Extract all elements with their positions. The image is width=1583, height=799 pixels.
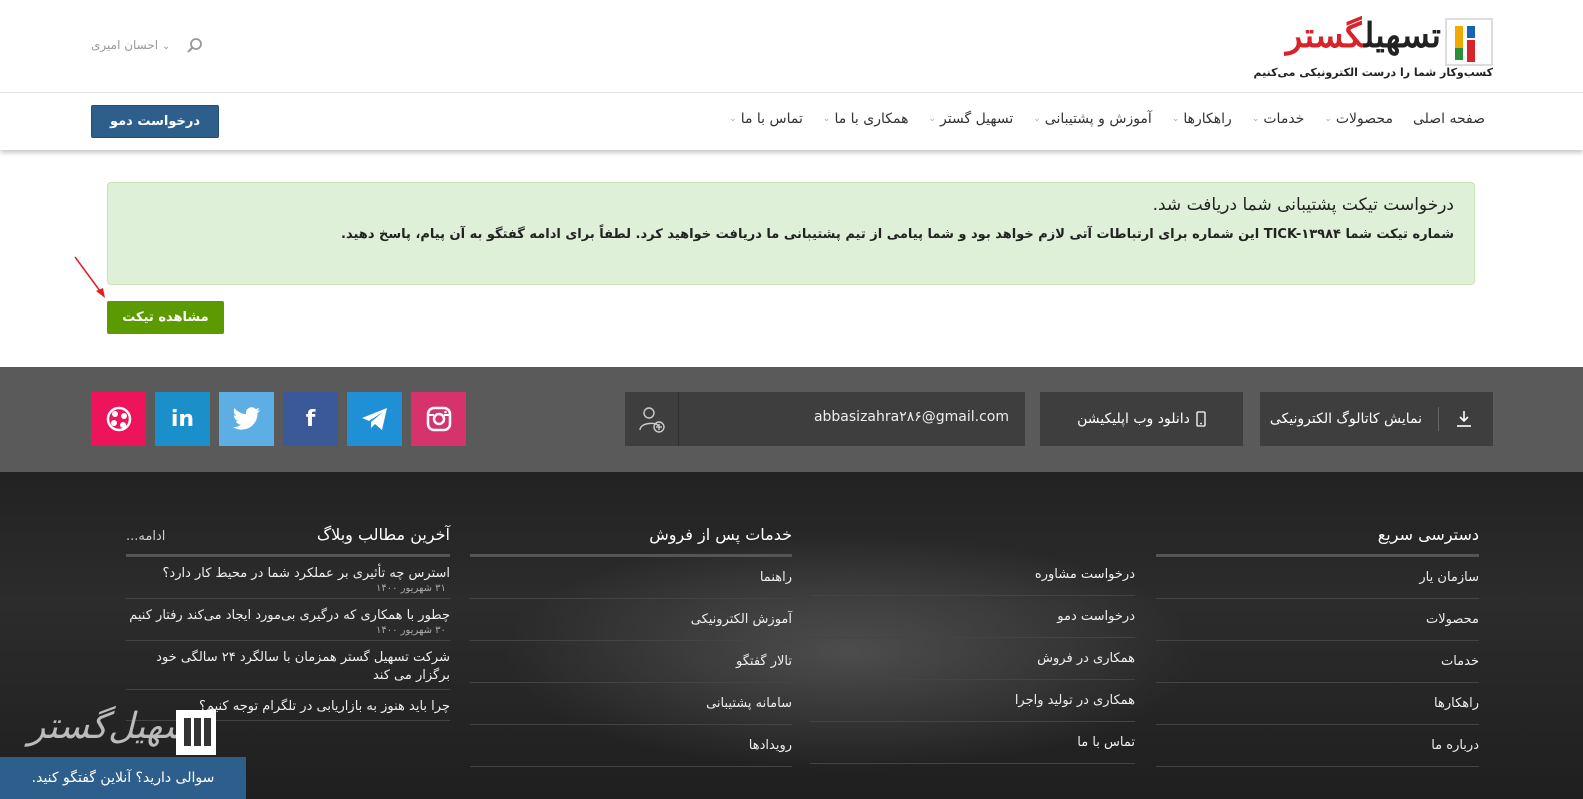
after-sales-link[interactable]: سامانه پشتیبانی — [470, 683, 792, 725]
download-webapp-button[interactable]: دانلود وب اپلیکیشن — [1040, 392, 1243, 446]
catalog-button[interactable]: نمایش کاتالوگ الکترونیکی — [1260, 392, 1493, 446]
blog-post-title: چطور با همکاری که درگیری بی‌مورد ایجاد م… — [129, 608, 450, 623]
chevron-down-icon: ⌄ — [1324, 114, 1332, 124]
logo-mark-icon — [1445, 18, 1493, 66]
divider — [1438, 407, 1439, 431]
logo-wordmark: تسهیلگستر — [1285, 16, 1441, 56]
nav-item-label: محصولات — [1335, 111, 1393, 127]
quick-access-link[interactable]: خدمات — [1156, 641, 1479, 683]
footer-blog: آخرین مطالب وبلاگ ادامه... استرس چه تأثی… — [126, 525, 450, 721]
footer-after-sales: خدمات پس از فروش راهنما آموزش الکترونیکی ت… — [470, 525, 792, 767]
chevron-down-icon: ⌄ — [928, 114, 937, 124]
download-icon — [1457, 411, 1471, 427]
nav-item-label: صفحه اصلی — [1412, 111, 1485, 127]
blog-post[interactable]: چطور با همکاری که درگیری بی‌مورد ایجاد م… — [126, 599, 450, 641]
nav-item[interactable]: آموزش و پشتیبانی ⌄ — [1033, 111, 1152, 127]
nav-item-label: همکاری با ما — [834, 111, 909, 127]
after-sales-link[interactable]: رویدادها — [470, 725, 792, 767]
blog-more-link[interactable]: ادامه... — [126, 529, 165, 544]
logo-tagline: کسب‌وکار شما را درست الکترونیکی می‌کنیم — [1253, 66, 1493, 79]
after-sales-title: خدمات پس از فروش — [470, 525, 792, 557]
newsletter-email-field[interactable]: abbasizahra۲۸۶@gmail.com — [625, 392, 1025, 446]
user-menu[interactable]: ⌄ احسان امیری — [91, 38, 170, 52]
services-link[interactable]: تماس با ما — [810, 722, 1135, 764]
footer-services: . درخواست مشاورهدرخواست دموهمکاری در فرو… — [810, 525, 1135, 764]
alert-title: درخواست تیکت پشتیبانی شما دریافت شد. — [1152, 195, 1454, 215]
view-ticket-button[interactable]: مشاهده تیکت — [107, 301, 224, 334]
quick-access-link[interactable]: محصولات — [1156, 599, 1479, 641]
download-webapp-label: دانلود وب اپلیکیشن — [1077, 411, 1190, 427]
blog-post-date: ۳۰ شهریور ۱۴۰۰ — [376, 625, 446, 636]
add-user-icon — [638, 407, 665, 433]
chevron-down-icon: ⌄ — [729, 114, 737, 124]
blog-post[interactable]: استرس چه تأثیری بر عملکرد شما در محیط کا… — [126, 557, 450, 599]
add-user-button[interactable] — [625, 392, 679, 446]
nav-item[interactable]: راهکارها ⌄ — [1172, 111, 1232, 127]
aparat-icon[interactable] — [91, 392, 146, 446]
quick-access-link[interactable]: راهکارها — [1156, 683, 1479, 725]
nav-item[interactable]: تماس با ما ⌄ — [729, 111, 803, 127]
blog-post[interactable]: شرکت تسهیل گستر همزمان با سالگرد ۲۴ سالگ… — [126, 641, 450, 690]
linkedin-icon[interactable]: in — [155, 392, 210, 446]
chevron-down-icon: ⌄ — [1251, 114, 1260, 124]
user-name: احسان امیری — [91, 38, 159, 52]
chevron-down-icon: ⌄ — [161, 41, 171, 52]
social-links: in f — [91, 392, 466, 446]
blog-title: آخرین مطالب وبلاگ — [316, 525, 450, 544]
live-chat-button[interactable]: سوالی دارید؟ آنلاین گفتگو کنید. — [0, 757, 246, 799]
facebook-icon[interactable]: f — [283, 392, 338, 446]
email-value: abbasizahra۲۸۶@gmail.com — [813, 409, 1009, 425]
twitter-icon[interactable] — [219, 392, 274, 446]
chevron-down-icon: ⌄ — [822, 114, 831, 124]
search-icon[interactable] — [186, 37, 204, 55]
blog-post-date: ۳۱ شهریور ۱۴۰۰ — [376, 583, 446, 594]
services-link[interactable]: درخواست مشاوره — [810, 554, 1135, 596]
nav-item-label: تماس با ما — [740, 111, 803, 127]
after-sales-link[interactable]: آموزش الکترونیکی — [470, 599, 792, 641]
quick-access-title: دسترسی سریع — [1156, 525, 1479, 557]
chat-logo-mark-icon — [176, 710, 216, 755]
main-navbar: صفحه اصلی محصولات ⌄ خدمات ⌄ راهکارها ⌄ آموزش و … — [0, 93, 1583, 150]
chevron-down-icon: ⌄ — [1033, 114, 1041, 124]
red-arrow-icon — [74, 256, 105, 298]
success-alert: درخواست تیکت پشتیبانی شما دریافت شد. شما… — [107, 182, 1475, 285]
quick-access-link[interactable]: درباره ما — [1156, 725, 1479, 767]
catalog-label: نمایش کاتالوگ الکترونیکی — [1269, 411, 1422, 427]
services-link[interactable]: درخواست دمو — [810, 596, 1135, 638]
top-header: تسهیلگستر کسب‌وکار شما را درست الکترونیک… — [0, 0, 1583, 93]
chat-logo: تسهیل‌گستر — [28, 706, 216, 761]
nav-item-label: راهکارها — [1183, 111, 1232, 127]
site-logo[interactable]: تسهیلگستر کسب‌وکار شما را درست الکترونیک… — [1253, 16, 1493, 84]
blog-post-title: استرس چه تأثیری بر عملکرد شما در محیط کا… — [162, 566, 451, 581]
after-sales-link[interactable]: راهنما — [470, 557, 792, 599]
alert-message: شماره تیکت شما TICK-۱۳۹۸۴ این شماره برای… — [341, 227, 1454, 242]
nav-item-label: آموزش و پشتیبانی — [1044, 111, 1152, 127]
request-demo-button[interactable]: درخواست دمو — [91, 105, 219, 138]
nav-item[interactable]: خدمات ⌄ — [1252, 111, 1305, 127]
telegram-icon[interactable] — [347, 392, 402, 446]
quick-access-link[interactable]: سازمان یار — [1156, 557, 1479, 599]
after-sales-link[interactable]: تالار گفتگو — [470, 641, 792, 683]
nav-item[interactable]: محصولات ⌄ — [1324, 111, 1393, 127]
chevron-down-icon: ⌄ — [1171, 114, 1180, 124]
mobile-icon — [1196, 411, 1206, 427]
nav-item-label: تسهیل گستر — [940, 111, 1014, 127]
services-link[interactable]: همکاری در تولید واجرا — [810, 680, 1135, 722]
nav-item-label: خدمات — [1263, 111, 1305, 127]
nav-item[interactable]: صفحه اصلی — [1413, 111, 1485, 127]
blog-post-title: شرکت تسهیل گستر همزمان با سالگرد ۲۴ سالگ… — [156, 650, 450, 683]
main-nav: صفحه اصلی محصولات ⌄ خدمات ⌄ راهکارها ⌄ آموزش و … — [729, 111, 1485, 127]
services-link[interactable]: همکاری در فروش — [810, 638, 1135, 680]
instagram-icon[interactable] — [411, 392, 466, 446]
nav-item[interactable]: همکاری با ما ⌄ — [823, 111, 909, 127]
footer-quick-access: دسترسی سریع سازمان یار محصولات خدمات راهکار… — [1156, 525, 1479, 767]
nav-item[interactable]: تسهیل گستر ⌄ — [928, 111, 1013, 127]
